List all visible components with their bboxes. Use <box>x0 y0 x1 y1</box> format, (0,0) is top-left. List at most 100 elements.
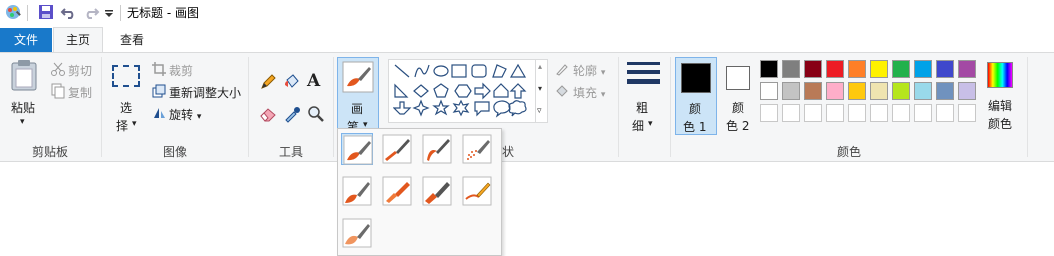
color-swatch[interactable] <box>826 60 844 78</box>
curve-shape-icon <box>414 64 430 78</box>
custom-color-slot[interactable] <box>892 104 910 122</box>
cut-button[interactable]: 剪切 <box>68 62 92 79</box>
redo-icon[interactable] <box>82 3 100 21</box>
customize-icon[interactable] <box>103 3 121 21</box>
color-swatch[interactable] <box>782 60 800 78</box>
fill-bucket-icon[interactable] <box>283 73 301 91</box>
select-button[interactable]: 选 择 ▾ <box>108 59 146 135</box>
airbrush-option[interactable] <box>461 133 493 165</box>
crop-button[interactable]: 裁剪 <box>169 62 193 79</box>
polygon-shape-icon <box>492 64 507 78</box>
custom-color-slot[interactable] <box>760 104 778 122</box>
brushes-dropdown <box>337 128 502 256</box>
color-swatch[interactable] <box>914 82 932 100</box>
brush-option[interactable] <box>341 133 373 165</box>
color-swatch[interactable] <box>892 82 910 100</box>
title-bar: 无标题 - 画图 <box>0 0 1054 26</box>
color-spectrum-icon <box>987 62 1013 88</box>
paint-app-icon[interactable] <box>4 3 22 21</box>
brush-icon <box>343 135 373 165</box>
pencil-icon[interactable] <box>259 73 277 91</box>
color2-button[interactable]: 颜 色 2 <box>720 57 758 135</box>
chevron-down-icon: ▾ <box>600 68 606 78</box>
color-swatch[interactable] <box>870 82 888 100</box>
five-point-star-shape-icon <box>432 99 450 116</box>
outline-button[interactable]: 轮廓 ▾ <box>573 62 605 79</box>
color-swatch[interactable] <box>804 82 822 100</box>
brushes-button[interactable]: 画 笔 ▾ <box>337 57 379 135</box>
line-shape-icon <box>394 64 410 78</box>
color-swatch[interactable] <box>936 60 954 78</box>
custom-color-slot[interactable] <box>848 104 866 122</box>
magnifier-icon[interactable] <box>307 105 325 123</box>
natural-pencil-icon <box>462 176 492 206</box>
tab-view[interactable]: 查看 <box>106 28 158 52</box>
oil-brush-option[interactable] <box>341 175 373 207</box>
window-title: 无标题 - 画图 <box>127 6 199 20</box>
calligraphy-brush-1-option[interactable] <box>381 133 413 165</box>
custom-color-slot[interactable] <box>914 104 932 122</box>
color-swatch[interactable] <box>760 82 778 100</box>
crayon-option[interactable] <box>381 175 413 207</box>
divider <box>120 5 121 21</box>
size-line-icon <box>627 79 660 84</box>
fill-button[interactable]: 填充 ▾ <box>573 84 605 101</box>
marker-icon <box>422 176 452 206</box>
cloud-callout-shape-icon <box>508 100 527 117</box>
custom-color-slot[interactable] <box>826 104 844 122</box>
eraser-icon[interactable] <box>259 105 277 123</box>
color-swatch[interactable] <box>826 82 844 100</box>
scroll-down-icon[interactable]: ▾ <box>538 84 542 93</box>
size-button[interactable]: 粗 细 ▾ <box>624 59 664 135</box>
custom-color-slot[interactable] <box>958 104 976 122</box>
resize-icon <box>152 84 166 98</box>
watercolor-brush-option[interactable] <box>341 217 373 249</box>
color-swatch[interactable] <box>804 60 822 78</box>
group-separator <box>1027 57 1028 157</box>
color-swatch[interactable] <box>782 82 800 100</box>
color1-label-bottom: 色 1 <box>683 120 707 134</box>
custom-color-slot[interactable] <box>870 104 888 122</box>
rectangle-shape-icon <box>451 64 467 78</box>
rotate-button[interactable]: 旋转 ▾ <box>169 106 201 123</box>
copy-button[interactable]: 复制 <box>68 84 92 101</box>
color-swatch[interactable] <box>958 60 976 78</box>
shapes-gallery[interactable]: ▴ ▾ ▿ <box>388 59 548 123</box>
color-picker-icon[interactable] <box>283 105 301 123</box>
scroll-up-icon[interactable]: ▴ <box>538 62 542 71</box>
tab-file[interactable]: 文件 <box>0 28 52 52</box>
color-swatch[interactable] <box>870 60 888 78</box>
right-triangle-shape-icon <box>394 83 409 98</box>
chevron-down-icon: ▾ <box>600 90 606 100</box>
color-swatch[interactable] <box>936 82 954 100</box>
marker-option[interactable] <box>421 175 453 207</box>
drawing-canvas[interactable] <box>0 162 1054 256</box>
natural-pencil-option[interactable] <box>461 175 493 207</box>
text-tool-icon[interactable]: A <box>307 71 325 91</box>
save-icon[interactable] <box>37 3 55 21</box>
six-point-star-shape-icon <box>452 99 470 117</box>
custom-color-slot[interactable] <box>782 104 800 122</box>
calligraphy-brush-2-option[interactable] <box>421 133 453 165</box>
undo-icon[interactable] <box>60 3 78 21</box>
hexagon-shape-icon <box>454 84 472 98</box>
watercolor-brush-icon <box>342 218 372 248</box>
color-swatch[interactable] <box>848 60 866 78</box>
tab-home[interactable]: 主页 <box>53 27 103 52</box>
custom-color-slot[interactable] <box>804 104 822 122</box>
resize-button[interactable]: 重新调整大小 <box>169 84 241 101</box>
color1-button[interactable]: 颜 色 1 <box>675 57 717 135</box>
color2-swatch <box>726 66 750 90</box>
custom-color-slot[interactable] <box>936 104 954 122</box>
color-swatch[interactable] <box>848 82 866 100</box>
color-swatch[interactable] <box>914 60 932 78</box>
rectangular-callout-shape-icon <box>474 101 490 117</box>
select-label-top: 选 <box>120 101 133 115</box>
gallery-expand-icon[interactable]: ▿ <box>537 106 542 116</box>
color-swatch[interactable] <box>760 60 778 78</box>
paste-button[interactable]: 粘贴 ▾ <box>6 59 42 135</box>
color-swatch[interactable] <box>958 82 976 100</box>
gallery-scroll[interactable]: ▴ ▾ ▿ <box>535 60 548 122</box>
color-swatch[interactable] <box>892 60 910 78</box>
edit-colors-button[interactable]: 编辑 颜色 <box>984 59 1018 135</box>
